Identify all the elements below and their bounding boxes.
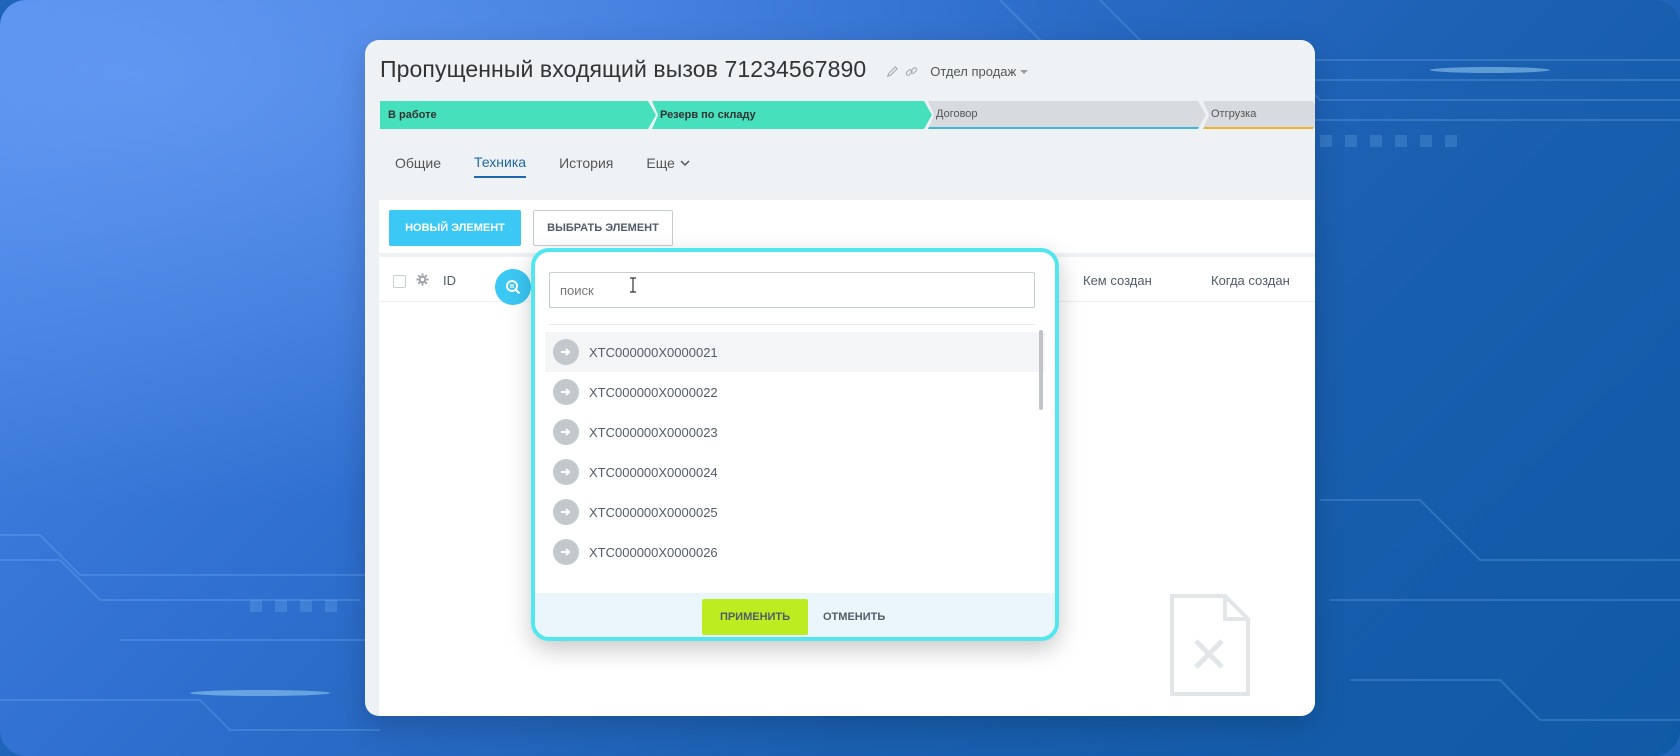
stage-label: Договор xyxy=(936,108,978,120)
arrow-right-icon xyxy=(553,379,579,405)
list-scrollbar[interactable] xyxy=(1039,330,1043,410)
list-item-label: XTC000000X0000024 xyxy=(589,464,718,480)
arrow-right-icon xyxy=(553,539,579,565)
stage-label: В работе xyxy=(388,109,437,121)
search-icon xyxy=(506,280,521,295)
department-selector[interactable]: Отдел продаж xyxy=(930,64,1029,79)
title-row: Пропущенный входящий вызов 71234567890 О… xyxy=(380,56,1029,83)
empty-file-icon xyxy=(1170,594,1250,696)
new-element-button[interactable]: НОВЫЙ ЭЛЕМЕНТ xyxy=(389,210,521,246)
search-filter-button[interactable] xyxy=(495,269,531,305)
select-element-popup: XTC000000X0000021 XTC000000X0000022 XTC0… xyxy=(531,248,1059,641)
stage-in-work[interactable]: В работе xyxy=(380,101,656,129)
list-item-label: XTC000000X0000022 xyxy=(589,384,718,400)
list-item[interactable]: XTC000000X0000022 xyxy=(545,372,1045,412)
stage-label: Резерв по складу xyxy=(660,109,756,121)
tab-bar: Общие Техника История Еще xyxy=(395,154,690,178)
stage-bar: В работе Резерв по складу Договор Отгруз… xyxy=(380,101,1315,131)
arrow-right-icon xyxy=(553,499,579,525)
column-created-at[interactable]: Когда создан xyxy=(1211,273,1290,288)
chevron-down-icon xyxy=(1020,69,1029,74)
stage-contract[interactable]: Договор xyxy=(928,101,1206,129)
tab-general[interactable]: Общие xyxy=(395,154,441,178)
tab-more[interactable]: Еще xyxy=(646,154,690,178)
list-item-label: XTC000000X0000023 xyxy=(589,424,718,440)
tab-history[interactable]: История xyxy=(559,154,613,178)
page-title: Пропущенный входящий вызов 71234567890 xyxy=(380,56,867,82)
popup-footer: ПРИМЕНИТЬ ОТМЕНИТЬ xyxy=(535,593,1055,637)
list-item-label: XTC000000X0000025 xyxy=(589,504,718,520)
list-item-label: XTC000000X0000021 xyxy=(589,344,718,360)
cancel-button[interactable]: ОТМЕНИТЬ xyxy=(817,599,891,635)
apply-button[interactable]: ПРИМЕНИТЬ xyxy=(702,599,808,635)
column-id[interactable]: ID xyxy=(443,273,456,288)
chevron-down-icon xyxy=(680,160,690,167)
list-item[interactable]: XTC000000X0000021 xyxy=(545,332,1045,372)
toolbar: НОВЫЙ ЭЛЕМЕНТ ВЫБРАТЬ ЭЛЕМЕНТ xyxy=(379,200,1315,253)
list-item[interactable]: XTC000000X0000025 xyxy=(545,492,1045,532)
tab-more-label: Еще xyxy=(646,155,675,171)
department-label: Отдел продаж xyxy=(930,64,1017,79)
divider xyxy=(549,324,1035,325)
list-item[interactable]: XTC000000X0000023 xyxy=(545,412,1045,452)
tab-technika[interactable]: Техника xyxy=(474,154,527,178)
list-item[interactable]: XTC000000X0000024 xyxy=(545,452,1045,492)
text-cursor-icon xyxy=(630,277,636,293)
link-icon[interactable] xyxy=(905,65,918,78)
stage-shipment[interactable]: Отгрузка xyxy=(1203,101,1315,129)
arrow-right-icon xyxy=(553,339,579,365)
pencil-icon[interactable] xyxy=(886,65,899,78)
arrow-right-icon xyxy=(553,419,579,445)
list-item[interactable]: XTC000000X0000026 xyxy=(545,532,1045,572)
element-list: XTC000000X0000021 XTC000000X0000022 XTC0… xyxy=(545,332,1045,594)
list-item-label: XTC000000X0000026 xyxy=(589,544,718,560)
gear-icon[interactable] xyxy=(416,273,429,286)
column-created-by[interactable]: Кем создан xyxy=(1083,273,1152,288)
select-all-checkbox[interactable] xyxy=(393,275,406,288)
select-element-button[interactable]: ВЫБРАТЬ ЭЛЕМЕНТ xyxy=(533,210,673,246)
arrow-right-icon xyxy=(553,459,579,485)
stage-label: Отгрузка xyxy=(1211,108,1257,120)
search-input[interactable] xyxy=(549,272,1035,308)
stage-warehouse-reserve[interactable]: Резерв по складу xyxy=(652,101,932,129)
title-actions xyxy=(886,65,918,78)
